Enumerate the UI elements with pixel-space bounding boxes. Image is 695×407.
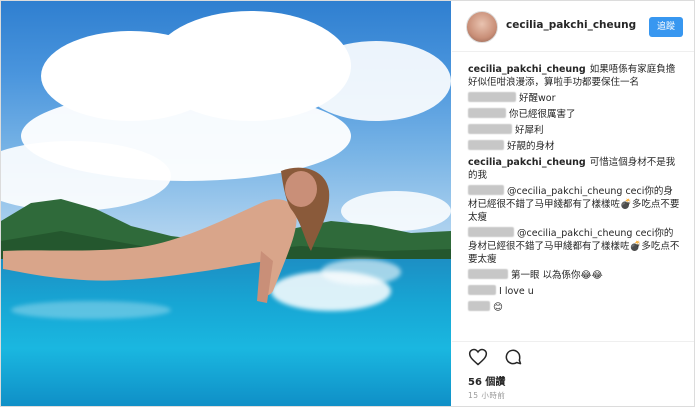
comment-row: cecilia_pakchi_cheung 如果唔係有家庭負擔好似佢咁浪漫添，算啦…: [468, 63, 680, 89]
comment-icon[interactable]: [503, 347, 523, 367]
comment-row: 好靚的身材: [468, 140, 680, 153]
post-photo: [1, 1, 451, 406]
blurred-username: [468, 285, 496, 295]
instagram-post-screenshot: cecilia_pakchi_cheung 追蹤 cecilia_pakchi_…: [0, 0, 695, 407]
blurred-username: [468, 140, 504, 150]
like-count: 56 個讚: [468, 377, 506, 388]
surfer-figure: [3, 167, 330, 303]
comment-text: 好靚的身材: [507, 141, 555, 152]
comment-row: 你已經很厲害了: [468, 108, 680, 121]
blurred-username: [468, 108, 506, 118]
comment-author[interactable]: cecilia_pakchi_cheung: [468, 157, 586, 168]
comment-row: @cecilia_pakchi_cheung ceci你的身材已經很不錯了马甲綫…: [468, 185, 680, 224]
post-side-panel: cecilia_pakchi_cheung 追蹤 cecilia_pakchi_…: [452, 1, 694, 406]
post-header: cecilia_pakchi_cheung 追蹤: [452, 1, 694, 52]
action-bar: [468, 347, 533, 369]
comment-text: 你已經很厲害了: [509, 109, 576, 120]
comment-text: 😊: [493, 302, 503, 313]
comment-row: 😊: [468, 301, 680, 314]
follow-button[interactable]: 追蹤: [649, 17, 683, 37]
comment-text: 好犀利: [515, 125, 544, 136]
comment-author[interactable]: cecilia_pakchi_cheung: [468, 64, 586, 75]
blurred-username: [468, 301, 490, 311]
comment-list: cecilia_pakchi_cheung 如果唔係有家庭負擔好似佢咁浪漫添，算啦…: [468, 63, 680, 317]
username-link[interactable]: cecilia_pakchi_cheung: [506, 19, 636, 31]
blurred-username: [468, 124, 512, 134]
heart-icon[interactable]: [468, 347, 488, 367]
blurred-username: [468, 269, 508, 279]
comment-row: cecilia_pakchi_cheung 可惜這個身材不是我的我: [468, 156, 680, 182]
blurred-username: [468, 227, 514, 237]
comment-row: @cecilia_pakchi_cheung ceci你的身材已經很不錯了马甲綫…: [468, 227, 680, 266]
blurred-username: [468, 185, 504, 195]
cloud: [301, 41, 451, 121]
blurred-username: [468, 92, 516, 102]
comment-text: 好醒wor: [519, 93, 556, 104]
comment-row: I love u: [468, 285, 680, 298]
comment-text: 第一眼 以為係你😂😂: [511, 270, 603, 281]
comment-row: 好犀利: [468, 124, 680, 137]
avatar[interactable]: [466, 11, 498, 43]
comment-row: 第一眼 以為係你😂😂: [468, 269, 680, 282]
comment-row: 好醒wor: [468, 92, 680, 105]
post-timestamp: 15 小時前: [468, 391, 506, 400]
comment-text: I love u: [499, 286, 534, 297]
divider: [452, 341, 694, 342]
